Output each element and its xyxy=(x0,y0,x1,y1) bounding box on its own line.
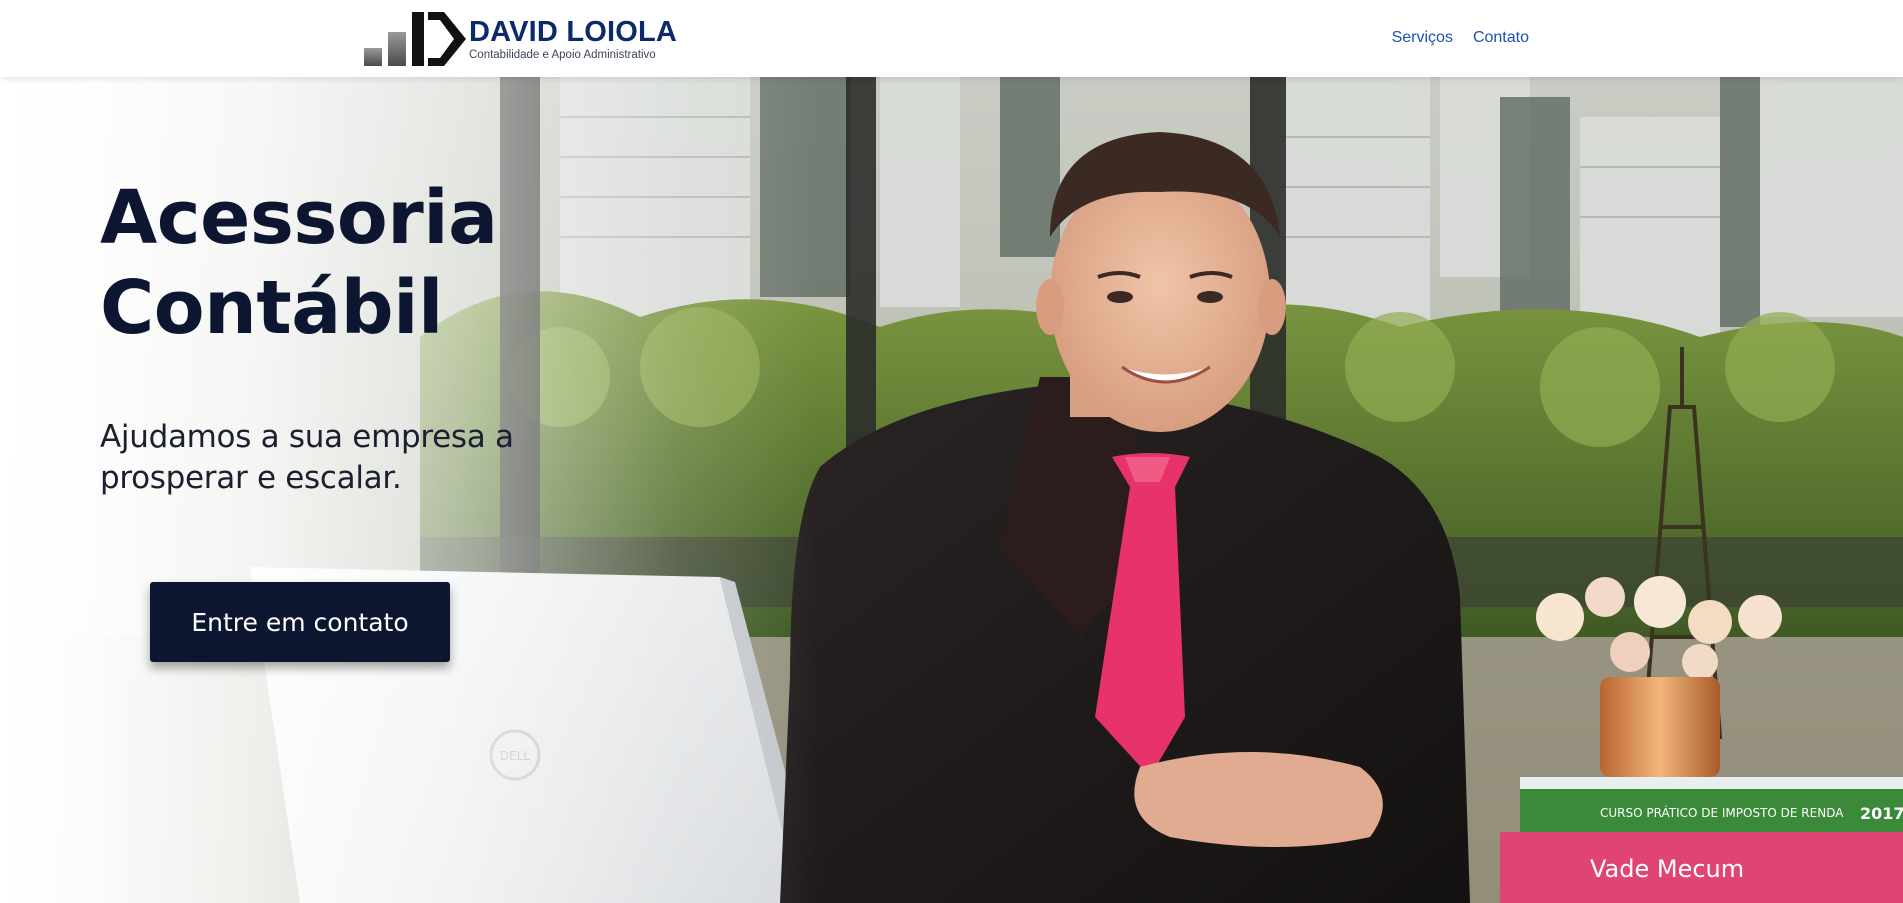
logo-tagline: Contabilidade e Apoio Administrativo xyxy=(469,48,656,61)
logo-link[interactable]: DAVID LOIOLA Contabilidade e Apoio Admin… xyxy=(364,10,677,68)
hero-title: Acessoria Contábil xyxy=(100,173,498,353)
hero-subtitle: Ajudamos a sua empresa a prosperar e esc… xyxy=(100,419,514,496)
hero-title-line-2: Contábil xyxy=(100,265,443,351)
main-nav: Serviços Contato xyxy=(1392,29,1529,47)
logo-name: DAVID LOIOLA xyxy=(469,15,678,48)
logo-text: DAVID LOIOLA Contabilidade e Apoio Admin… xyxy=(469,17,677,62)
nav-link-contato[interactable]: Contato xyxy=(1473,29,1529,47)
nav-link-servicos[interactable]: Serviços xyxy=(1392,29,1453,47)
contact-cta-button[interactable]: Entre em contato xyxy=(150,582,450,662)
hero-section: DELL xyxy=(0,77,1903,903)
bar-chart-d-logo-icon xyxy=(364,12,466,66)
site-header: DAVID LOIOLA Contabilidade e Apoio Admin… xyxy=(0,0,1903,77)
hero-title-line-1: Acessoria xyxy=(100,175,498,261)
